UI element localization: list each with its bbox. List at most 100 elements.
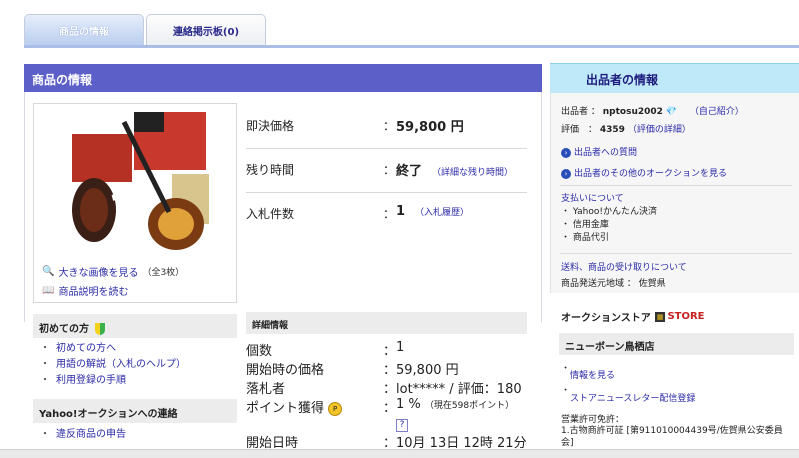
detail-label: ポイント獲得 P bbox=[246, 397, 343, 416]
rating-detail-link[interactable]: （評価の詳細） bbox=[628, 125, 691, 135]
colon: ： bbox=[383, 382, 397, 397]
detail-row: ポイント獲得 P ： 1 % （現在598ポイント） bbox=[246, 397, 536, 416]
payment-list: ・ Yahoo!かんたん決済 ・ 信用金庫 ・ 商品代引 bbox=[561, 206, 657, 245]
ship-from-value: 佐賀県 bbox=[638, 279, 666, 289]
store-name: ニューボーン鳥栖店 bbox=[559, 333, 794, 355]
list-item[interactable]: ・初めての方へ bbox=[40, 341, 186, 357]
store-info-link[interactable]: 情報を見る bbox=[570, 368, 615, 381]
time-detail-link[interactable]: （詳細な残り時間） bbox=[432, 168, 513, 178]
diamond-icon: 💎 bbox=[665, 107, 677, 117]
time-left-row: 残り時間 ： 終了 （詳細な残り時間） bbox=[246, 149, 527, 193]
list-item[interactable]: ・違反商品の申告 bbox=[40, 427, 126, 443]
bid-count: 1 bbox=[396, 204, 406, 219]
buyout-price: 59,800 円 bbox=[396, 120, 464, 135]
list-item[interactable]: ・利用登録の手順 bbox=[40, 373, 186, 389]
other-auctions-link[interactable]: › 出品者のその他のオークションを見る bbox=[561, 166, 727, 179]
detail-value: 1 % （現在598ポイント） bbox=[396, 397, 514, 412]
payment-method: 信用金庫 bbox=[572, 220, 609, 230]
row-label: 残り時間 bbox=[246, 163, 295, 177]
arrow-right-icon: › bbox=[561, 148, 571, 158]
ask-seller-link[interactable]: › 出品者への質問 bbox=[561, 145, 637, 158]
price-row: 即決価格 ： 59,800 円 bbox=[246, 105, 527, 149]
bid-history-link[interactable]: （入札履歴） bbox=[415, 208, 469, 218]
large-image-label[interactable]: 大きな画像を見る bbox=[58, 264, 138, 279]
detail-title: 詳細情報 bbox=[246, 312, 527, 334]
payment-method: Yahoo!かんたん決済 bbox=[572, 207, 657, 217]
colon: ： bbox=[383, 344, 397, 359]
list-item: ・ 商品代引 bbox=[561, 233, 609, 243]
rating-label: 評価 bbox=[561, 125, 580, 135]
store-badge-text: STORE bbox=[667, 311, 705, 322]
ship-from-line: 商品発送元地域 ： 佐賀県 bbox=[561, 279, 666, 289]
arrow-right-icon: › bbox=[561, 169, 571, 179]
list-item: ・ Yahoo!かんたん決済 bbox=[561, 207, 657, 217]
detail-value: 1 bbox=[396, 340, 405, 355]
beginner-guide-title: 初めての方 bbox=[33, 314, 237, 338]
ended-text: 終了 bbox=[396, 164, 423, 179]
rating-value[interactable]: 4359 bbox=[600, 125, 625, 135]
store-title: オークションストア ▦ STORE bbox=[561, 309, 705, 324]
divider bbox=[560, 253, 792, 254]
shipping-title[interactable]: 送料、商品の受け取りについて bbox=[561, 260, 687, 273]
points-value: 1 % bbox=[396, 397, 421, 412]
contact-title: Yahoo!オークションへの連絡 bbox=[33, 399, 237, 423]
product-image-box: 🔍 大きな画像を見る （全3枚） 📖 商品説明を読む bbox=[33, 103, 237, 303]
license-text: 1.古物商許可証 [第911010004439号/佐賀県公安委員会] bbox=[561, 426, 783, 448]
colon: ： bbox=[383, 163, 396, 177]
store-link-1[interactable]: ・ bbox=[561, 361, 570, 374]
newsletter-link[interactable]: ストアニュースレター配信登録 bbox=[570, 391, 695, 404]
list-item[interactable]: ・用語の解説（入札のヘルプ） bbox=[40, 357, 186, 373]
contact-list: ・違反商品の申告 bbox=[40, 427, 126, 443]
other-auctions-label[interactable]: 出品者のその他のオークションを見る bbox=[574, 169, 727, 179]
product-image[interactable] bbox=[64, 112, 209, 252]
colon: ： bbox=[383, 207, 396, 221]
guide-link[interactable]: 利用登録の手順 bbox=[56, 375, 126, 386]
seller-rating-line: 評価 ： 4359 （評価の詳細） bbox=[561, 125, 691, 135]
payment-method: 商品代引 bbox=[572, 233, 609, 243]
colon: ： bbox=[383, 401, 397, 416]
guide-link[interactable]: 初めての方へ bbox=[56, 343, 116, 354]
newsletter-label[interactable]: ストアニュースレター配信登録 bbox=[570, 394, 695, 404]
detail-table: 個数 ： 1 開始時の価格 ： 59,800 円 落札者 ： lot***** … bbox=[246, 340, 536, 451]
beginner-guide-list: ・初めての方へ ・用語の解説（入札のヘルプ） ・利用登録の手順 bbox=[40, 341, 186, 389]
question-icon[interactable]: ? bbox=[396, 419, 408, 432]
points-note: （現在598ポイント） bbox=[424, 401, 515, 411]
beginner-mark-icon bbox=[95, 323, 106, 335]
time-left-value: 終了 （詳細な残り時間） bbox=[396, 160, 513, 179]
detail-label: 開始時の価格 bbox=[246, 363, 325, 378]
detail-row: 開始時の価格 ： 59,800 円 bbox=[246, 359, 536, 378]
store-info-label[interactable]: 情報を見る bbox=[570, 371, 615, 381]
tab-item-info[interactable]: 商品の情報 bbox=[24, 14, 144, 46]
help-row: ? bbox=[246, 416, 536, 432]
guide-title-text: 初めての方 bbox=[39, 324, 89, 335]
large-image-link[interactable]: 🔍 大きな画像を見る （全3枚） bbox=[42, 264, 184, 279]
ship-from-label: 商品発送元地域 bbox=[561, 279, 625, 289]
guide-link[interactable]: 用語の解説（入札のヘルプ） bbox=[56, 359, 186, 370]
colon: ： bbox=[383, 119, 396, 133]
ask-seller-label[interactable]: 出品者への質問 bbox=[574, 148, 637, 158]
tab-underline bbox=[24, 45, 799, 48]
seller-id-line: 出品者 ： nptosu2002 💎 （自己紹介） bbox=[561, 107, 744, 117]
payment-title[interactable]: 支払いについて bbox=[561, 191, 624, 204]
payment-title-link[interactable]: 支払いについて bbox=[561, 194, 624, 204]
report-link[interactable]: 違反商品の申告 bbox=[56, 429, 126, 440]
tab-bar: 商品の情報 連絡掲示板(0) bbox=[24, 14, 268, 46]
image-count: （全3枚） bbox=[142, 268, 185, 278]
points-coin-icon: P bbox=[328, 401, 343, 416]
row-label: 即決価格 bbox=[246, 119, 295, 133]
store-badge: ▦ STORE bbox=[654, 311, 705, 322]
main-panel-title: 商品の情報 bbox=[24, 64, 542, 92]
read-description-label[interactable]: 商品説明を読む bbox=[58, 283, 128, 298]
self-intro-link[interactable]: （自己紹介） bbox=[690, 107, 744, 117]
detail-value: lot***** / 評価：180 bbox=[396, 382, 522, 397]
tab-label: 商品の情報 bbox=[59, 27, 109, 38]
seller-info-title: 出品者の情報 bbox=[550, 63, 799, 93]
shipping-link[interactable]: 送料、商品の受け取りについて bbox=[561, 263, 687, 273]
tab-message-board[interactable]: 連絡掲示板(0) bbox=[146, 14, 266, 46]
store-link-2[interactable]: ・ bbox=[561, 383, 570, 396]
read-description-link[interactable]: 📖 商品説明を読む bbox=[42, 283, 128, 298]
seller-id[interactable]: nptosu2002 bbox=[603, 107, 663, 117]
price-table: 即決価格 ： 59,800 円 残り時間 ： 終了 （詳細な残り時間） 入札件数 … bbox=[246, 105, 527, 237]
detail-label: 落札者 bbox=[246, 382, 286, 397]
horizontal-scrollbar[interactable] bbox=[0, 449, 799, 458]
